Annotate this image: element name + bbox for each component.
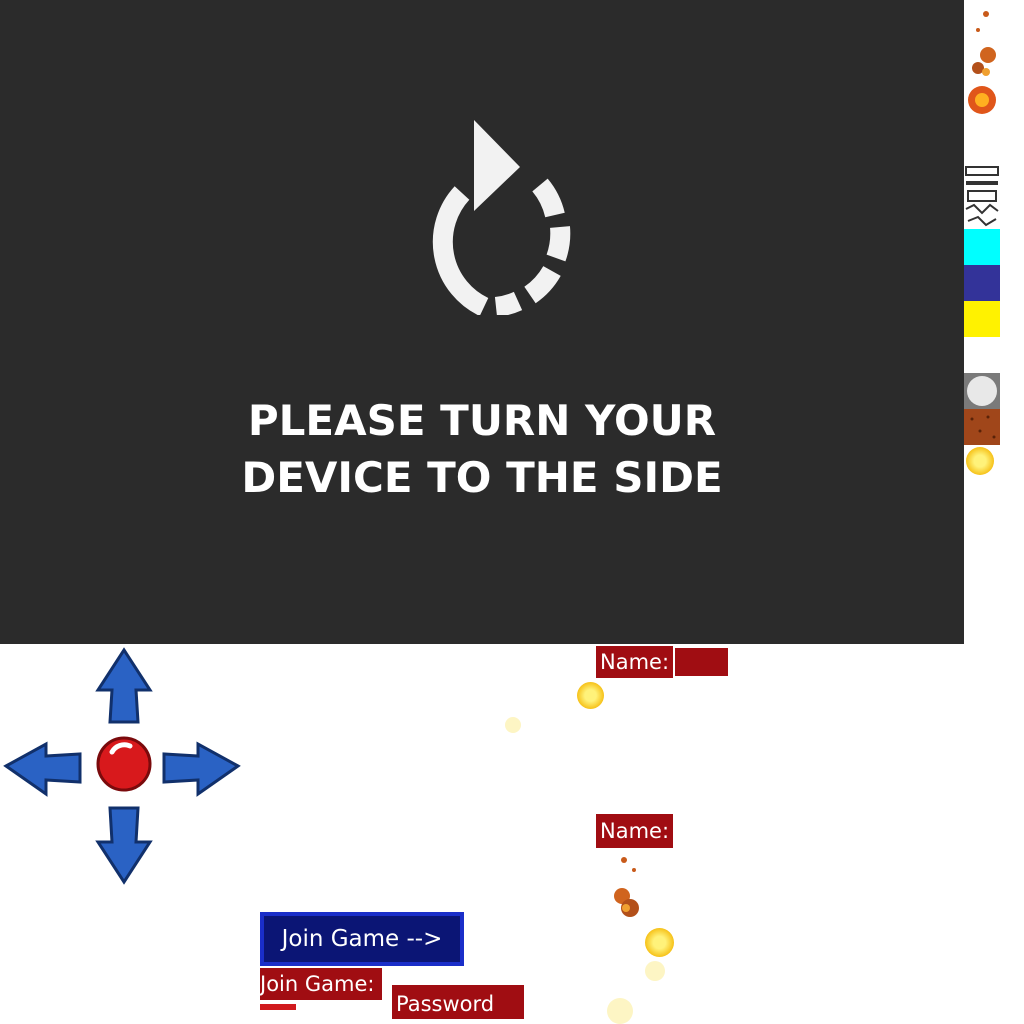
name-input[interactable] (675, 648, 728, 676)
join-game-label: Join Game: (260, 968, 383, 1000)
dirt-tile (964, 409, 1000, 445)
join-game-input-underline[interactable] (260, 1004, 296, 1010)
coin-sprite (645, 928, 674, 957)
dpad-up-arrow[interactable] (95, 647, 153, 724)
password-placeholder: Password (396, 992, 495, 1016)
swatch-cyan (964, 229, 1000, 265)
password-field[interactable]: Password (392, 985, 524, 1019)
faded-coin-sprite (645, 961, 665, 981)
name-label: Name: (596, 646, 674, 678)
join-game-label-text: Join Game: (260, 972, 375, 996)
join-game-button[interactable]: Join Game --> (260, 912, 464, 966)
rotate-message-line1: PLEASE TURN YOUR (247, 396, 717, 445)
swatch-blue (964, 265, 1000, 301)
name-label-text: Name: (600, 650, 670, 674)
rotate-device-overlay: PLEASE TURN YOUR DEVICE TO THE SIDE (0, 0, 964, 644)
name-label-2-text: Name: (600, 819, 670, 843)
tile-sprite (964, 165, 1000, 229)
explosion-sprite (964, 0, 1000, 120)
name-label-2: Name: (596, 814, 674, 848)
faded-coin-sprite (505, 717, 521, 733)
swatch-yellow (964, 301, 1000, 337)
dpad-left-arrow[interactable] (3, 741, 82, 797)
coin-sprite (966, 447, 994, 475)
rotate-message: PLEASE TURN YOUR DEVICE TO THE SIDE (0, 392, 964, 506)
faded-coin-sprite (607, 998, 633, 1024)
rotate-device-icon (432, 120, 571, 315)
dpad-right-arrow[interactable] (162, 741, 241, 797)
explosion-sprite (614, 857, 639, 917)
ball-sprite (964, 373, 1000, 409)
coin-sprite (577, 682, 604, 709)
rotate-message-line2: DEVICE TO THE SIDE (241, 453, 723, 502)
dpad-down-arrow[interactable] (95, 806, 153, 885)
dpad-arrows-icon[interactable] (0, 644, 245, 889)
